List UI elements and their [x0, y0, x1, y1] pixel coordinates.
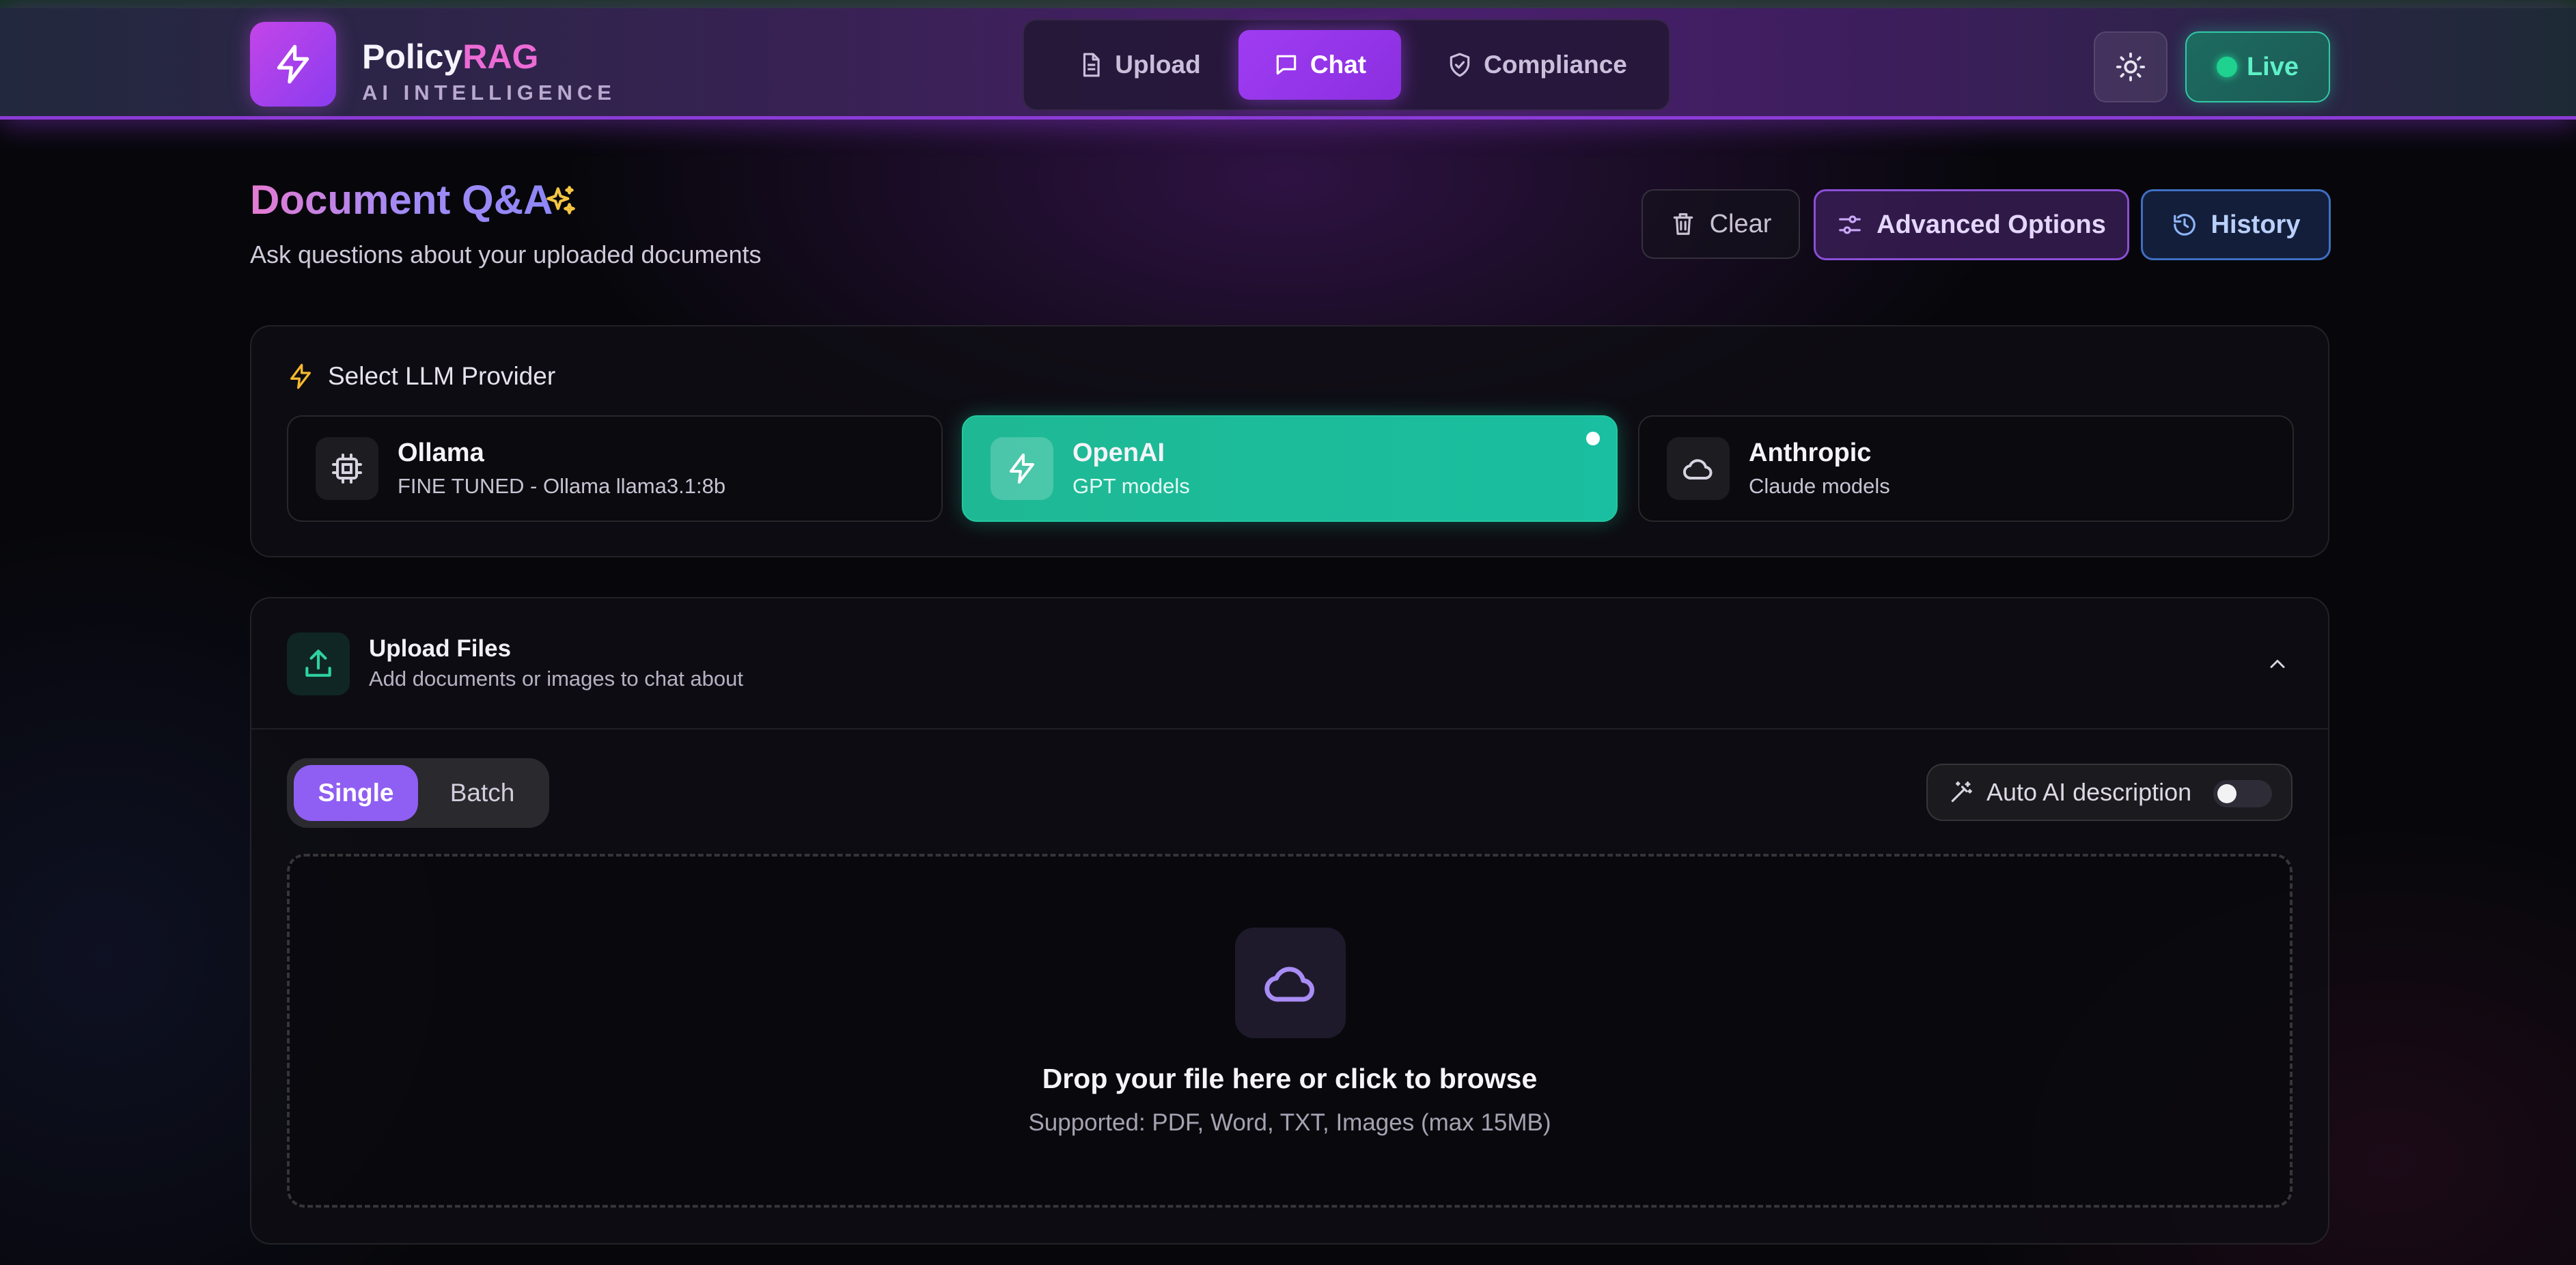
dropzone-icon-box	[1235, 928, 1346, 1038]
shield-check-icon	[1450, 53, 1470, 77]
mode-single-button[interactable]: Single	[294, 765, 418, 821]
provider-icon-box	[1667, 437, 1730, 500]
nav-tab-compliance[interactable]: Compliance	[1422, 30, 1652, 100]
history-label: History	[2211, 210, 2301, 239]
nav-tab-label: Upload	[1115, 51, 1201, 79]
mode-batch-button[interactable]: Batch	[422, 765, 542, 821]
toggle-knob	[2217, 784, 2236, 803]
nav-tab-chat[interactable]: Chat	[1238, 30, 1401, 100]
provider-description: GPT models	[1072, 474, 1190, 498]
brand-name: PolicyRAG	[362, 38, 539, 76]
nav-tab-label: Chat	[1310, 51, 1367, 79]
chevron-up-icon[interactable]	[2265, 652, 2290, 676]
page-title: Document Q&A	[250, 177, 553, 223]
auto-ai-label: Auto AI description	[1986, 778, 2192, 806]
provider-option-openai[interactable]: OpenAI GPT models	[962, 415, 1618, 522]
history-clock-icon	[2173, 214, 2196, 236]
dropzone-subtitle: Supported: PDF, Word, TXT, Images (max 1…	[1028, 1109, 1551, 1136]
sparkles-icon	[546, 186, 575, 214]
live-label: Live	[2246, 52, 2299, 81]
provider-name: OpenAI	[1072, 439, 1165, 467]
cloud-icon	[1683, 459, 1713, 480]
upload-subtitle: Add documents or images to chat about	[369, 667, 743, 691]
upload-mode-toggle: Single Batch	[287, 758, 549, 828]
theme-toggle-button[interactable]	[2094, 31, 2168, 102]
llm-provider-heading: Select LLM Provider	[287, 362, 555, 391]
auto-ai-toggle-switch[interactable]	[2213, 780, 2272, 807]
llm-provider-title: Select LLM Provider	[328, 362, 556, 390]
provider-description: FINE TUNED - Ollama llama3.1:8b	[398, 474, 726, 498]
app-header: PolicyRAG AI INTELLIGENCE Upload Chat Co…	[0, 8, 2576, 120]
provider-icon-box	[991, 437, 1053, 500]
nav-tab-upload[interactable]: Upload	[1062, 30, 1217, 100]
provider-option-anthropic[interactable]: Anthropic Claude models	[1638, 415, 2294, 522]
provider-option-ollama[interactable]: Ollama FINE TUNED - Ollama llama3.1:8b	[287, 415, 943, 522]
sliders-icon	[1839, 215, 1861, 234]
upload-title: Upload Files	[369, 635, 512, 662]
chat-bubble-icon	[1276, 55, 1297, 75]
clear-label: Clear	[1709, 209, 1772, 238]
lightning-icon	[277, 44, 309, 84]
provider-name: Anthropic	[1749, 439, 1872, 467]
lightning-icon	[1010, 454, 1034, 484]
trash-icon	[1673, 213, 1693, 235]
llm-provider-card: Select LLM Provider Ollama FINE TUNED - …	[250, 325, 2329, 557]
provider-name: Ollama	[398, 439, 484, 467]
live-dot-icon	[2216, 57, 2237, 77]
provider-description: Claude models	[1749, 474, 1890, 498]
page-subtitle: Ask questions about your uploaded docume…	[250, 240, 762, 268]
advanced-options-label: Advanced Options	[1876, 210, 2106, 239]
document-icon	[1083, 53, 1100, 77]
clear-button[interactable]: Clear	[1642, 189, 1800, 259]
live-status-button[interactable]: Live	[2185, 31, 2330, 102]
upload-icon	[305, 650, 331, 677]
selected-indicator-dot	[1586, 432, 1600, 445]
cloud-icon	[1264, 967, 1315, 1002]
auto-ai-description-control: Auto AI description	[1926, 764, 2293, 821]
dropzone-title: Drop your file here or click to browse	[1042, 1063, 1538, 1094]
upload-files-card: Upload Files Add documents or images to …	[250, 597, 2329, 1245]
history-button[interactable]: History	[2141, 189, 2331, 260]
provider-icon-box	[316, 437, 378, 500]
lightning-icon	[290, 363, 311, 389]
nav-tab-label: Compliance	[1484, 51, 1627, 79]
top-strip	[0, 0, 2576, 8]
magic-wand-icon	[1951, 781, 1972, 803]
brand-subtitle: AI INTELLIGENCE	[362, 81, 616, 105]
sun-icon	[2116, 52, 2146, 82]
cpu-chip-icon	[332, 454, 362, 484]
file-dropzone[interactable]: Drop your file here or click to browse S…	[287, 854, 2293, 1208]
upload-icon-box	[287, 632, 350, 695]
main-nav: Upload Chat Compliance	[1023, 19, 1670, 111]
app-logo[interactable]	[250, 22, 336, 107]
upload-section-header[interactable]: Upload Files Add documents or images to …	[251, 598, 2328, 729]
advanced-options-button[interactable]: Advanced Options	[1814, 189, 2129, 260]
